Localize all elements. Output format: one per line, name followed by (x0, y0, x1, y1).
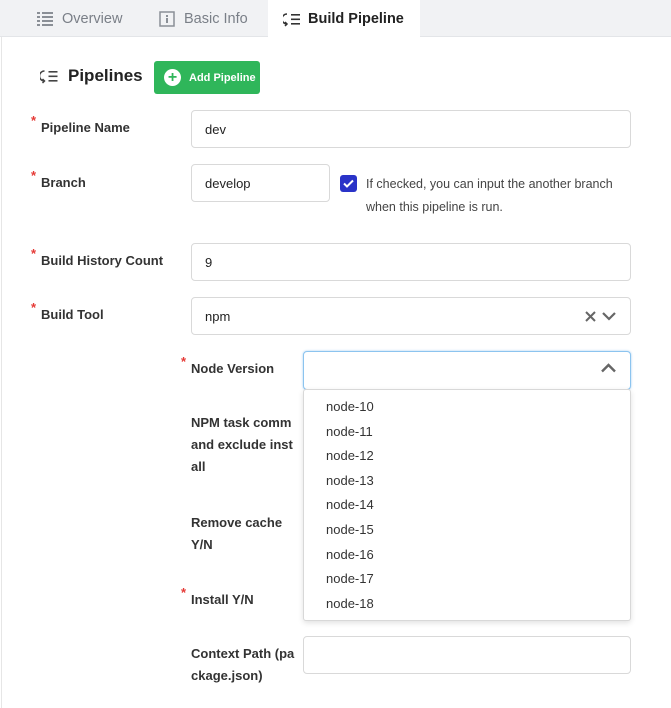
build-tool-value: npm (205, 308, 231, 324)
node-version-option[interactable]: node-11 (304, 420, 630, 445)
context-path-label-line2: ckage.json) (191, 668, 263, 683)
branch-value: develop (205, 175, 251, 191)
history-count-value: 9 (205, 254, 213, 270)
node-version-option[interactable]: node-14 (304, 493, 630, 518)
node-version-option[interactable]: node-10 (304, 395, 630, 420)
node-version-option[interactable]: node-17 (304, 567, 630, 592)
tab-overview[interactable]: Overview (36, 0, 122, 37)
tab-basic-info[interactable]: Basic Info (158, 0, 248, 37)
node-version-option[interactable]: node-12 (304, 444, 630, 469)
npm-task-label-line2: and exclude inst (191, 437, 293, 452)
install-label: Install Y/N (181, 582, 254, 611)
history-count-label: Build History Count (31, 243, 163, 272)
list-icon (36, 10, 54, 28)
context-path-label-line1: Context Path (pa (191, 646, 295, 661)
chevron-up-icon[interactable] (601, 363, 616, 373)
build-tool-label: Build Tool (31, 297, 104, 326)
remove-cache-label-line2: Y/N (191, 537, 213, 552)
pipeline-name-label: Pipeline Name (31, 110, 130, 139)
npm-task-label: NPM task comm and exclude inst all (191, 412, 293, 478)
tab-basic-info-label: Basic Info (184, 10, 248, 27)
info-icon (158, 10, 176, 28)
add-pipeline-label: Add Pipeline (189, 71, 256, 84)
node-version-label: Node Version (181, 351, 274, 380)
remove-cache-label: Remove cache Y/N (191, 512, 282, 556)
pipeline-name-input[interactable]: dev (191, 110, 631, 148)
tab-build-pipeline[interactable]: Build Pipeline (268, 0, 420, 38)
node-version-dropdown: node-10 node-11 node-12 node-13 node-14 … (303, 389, 631, 621)
build-tool-controls (585, 298, 616, 334)
node-version-option[interactable]: node-13 (304, 469, 630, 494)
node-version-option[interactable]: node-16 (304, 543, 630, 568)
branch-input[interactable]: develop (191, 164, 330, 202)
branch-hint: If checked, you can input the another br… (366, 173, 636, 219)
tab-build-pipeline-label: Build Pipeline (308, 11, 404, 27)
tab-bar: Overview Basic Info Build Pipeline (0, 0, 671, 38)
pipeline-name-value: dev (205, 121, 226, 137)
pipeline-icon (282, 10, 300, 28)
context-path-input[interactable] (303, 636, 631, 674)
build-tool-select[interactable]: npm (191, 297, 631, 335)
npm-task-label-line3: all (191, 459, 206, 474)
branch-hint-line2: when this pipeline is run. (366, 200, 503, 214)
npm-task-label-line1: NPM task comm (191, 415, 292, 430)
history-count-input[interactable]: 9 (191, 243, 631, 281)
chevron-down-icon[interactable] (602, 311, 616, 321)
content-border (1, 37, 2, 708)
node-version-option[interactable]: node-18 (304, 592, 630, 617)
tab-overview-label: Overview (62, 10, 123, 27)
plus-circle-icon: + (164, 69, 181, 86)
section-title: Pipelines (68, 66, 143, 85)
remove-cache-label-line1: Remove cache (191, 515, 283, 530)
node-version-select[interactable] (303, 351, 631, 390)
another-branch-checkbox[interactable] (340, 175, 357, 192)
branch-label: Branch (31, 165, 86, 194)
section-header: Pipelines (40, 66, 143, 86)
add-pipeline-button[interactable]: + Add Pipeline (154, 61, 260, 94)
pipeline-icon (40, 66, 60, 86)
branch-hint-line1: If checked, you can input the another br… (366, 177, 613, 191)
checkmark-icon (343, 179, 354, 188)
node-version-option[interactable]: node-15 (304, 518, 630, 543)
clear-icon[interactable] (585, 310, 596, 322)
context-path-label: Context Path (pa ckage.json) (191, 643, 294, 687)
